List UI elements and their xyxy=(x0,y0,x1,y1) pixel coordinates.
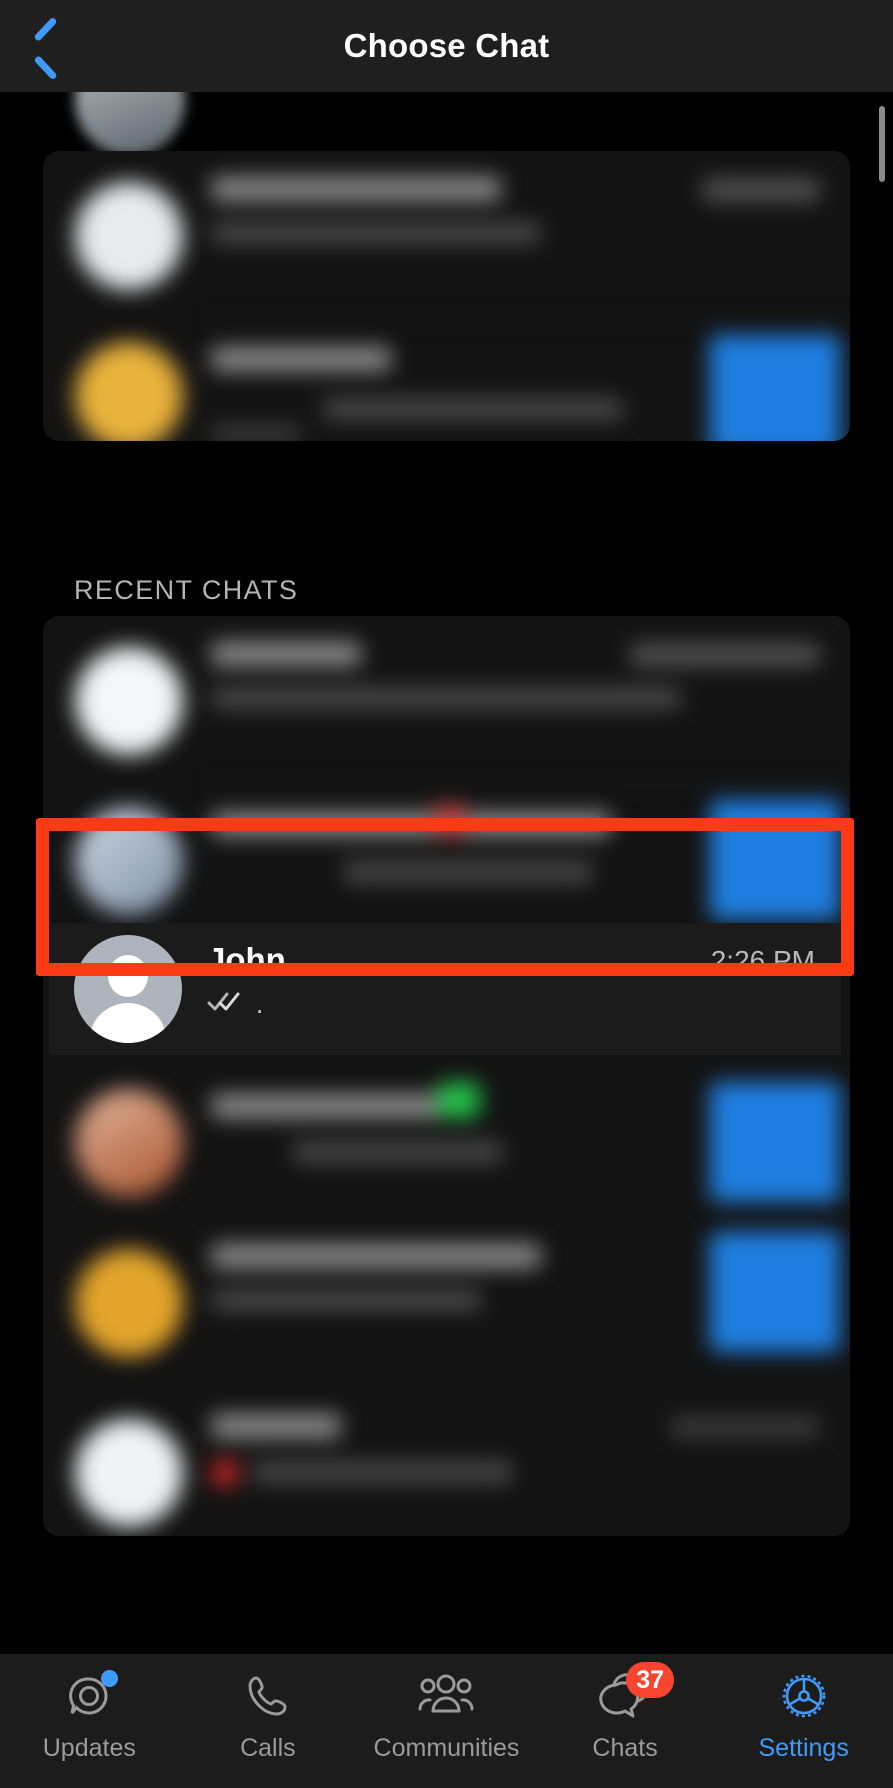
unread-count-badge: 37 xyxy=(626,1662,675,1698)
chevron-left-icon xyxy=(37,24,63,68)
avatar-head xyxy=(108,955,148,997)
gear-icon xyxy=(771,1666,837,1726)
obscured-message xyxy=(211,425,301,441)
avatar xyxy=(75,1419,183,1527)
obscured-timestamp xyxy=(630,644,820,666)
obscured-name xyxy=(211,347,391,371)
page-title: Choose Chat xyxy=(343,27,550,64)
tab-calls[interactable]: Calls xyxy=(179,1666,358,1763)
obscured-message xyxy=(211,688,681,708)
list-item[interactable] xyxy=(43,1388,850,1536)
tab-settings[interactable]: Settings xyxy=(714,1666,893,1763)
choose-chat-screen: Choose Chat RECENT CHATS John . 2:26 PM … xyxy=(0,0,893,1788)
bottom-tab-bar: Updates Calls Communities 37 Chats Setti… xyxy=(0,1654,893,1788)
obscured-name xyxy=(211,812,611,836)
recent-chats-card[interactable] xyxy=(43,616,850,1536)
obscured-thumbnail xyxy=(710,335,840,441)
updates-status-ring-icon xyxy=(56,1666,122,1726)
double-check-icon xyxy=(207,991,247,1017)
chat-preview: . xyxy=(207,991,263,1017)
avatar xyxy=(75,647,183,755)
list-item[interactable] xyxy=(43,151,850,321)
tab-label: Updates xyxy=(42,1734,136,1762)
list-item[interactable] xyxy=(43,616,850,786)
obscured-message xyxy=(323,399,623,419)
frequently-contacted-card[interactable] xyxy=(43,151,850,441)
list-item[interactable] xyxy=(43,786,850,936)
tab-communities[interactable]: Communities xyxy=(357,1666,536,1763)
chat-list-item-john[interactable]: John . 2:26 PM xyxy=(49,923,841,1055)
obscured-thumbnail xyxy=(710,800,840,920)
tab-label: Chats xyxy=(592,1734,658,1762)
navigation-bar: Choose Chat xyxy=(0,0,893,92)
obscured-avatar-partial xyxy=(75,92,185,156)
avatar xyxy=(75,1249,183,1357)
avatar xyxy=(75,807,183,915)
obscured-name xyxy=(211,1244,541,1268)
unread-indicator-dot xyxy=(101,1670,119,1687)
obscured-timestamp xyxy=(702,179,820,201)
obscured-name xyxy=(211,1414,341,1438)
phone-icon xyxy=(235,1666,301,1726)
avatar-body xyxy=(89,1003,167,1043)
list-item[interactable] xyxy=(43,321,850,441)
chat-list-scroll-area[interactable]: RECENT CHATS John . 2:26 PM xyxy=(0,92,893,1654)
tab-chats[interactable]: 37 Chats xyxy=(536,1662,715,1763)
list-item[interactable] xyxy=(43,1218,850,1388)
tab-updates[interactable]: Updates xyxy=(0,1666,179,1763)
avatar xyxy=(75,182,183,290)
vertical-scrollbar[interactable] xyxy=(879,106,885,182)
obscured-message xyxy=(253,1462,513,1482)
chat-name: John xyxy=(207,941,286,978)
communities-people-icon xyxy=(413,1666,479,1726)
obscured-emoji xyxy=(211,1460,239,1486)
chat-timestamp: 2:26 PM xyxy=(710,945,815,976)
obscured-message xyxy=(343,862,593,882)
tab-label: Communities xyxy=(373,1734,520,1762)
tab-label: Settings xyxy=(758,1734,849,1762)
obscured-name xyxy=(211,177,501,201)
obscured-name xyxy=(211,642,361,666)
avatar xyxy=(75,342,183,441)
default-person-avatar-icon xyxy=(74,935,182,1043)
obscured-emoji xyxy=(438,1082,480,1118)
back-button[interactable] xyxy=(22,18,78,74)
chat-snippet-text: . xyxy=(256,989,264,1019)
list-item[interactable] xyxy=(43,1068,850,1218)
obscured-timestamp xyxy=(670,1416,820,1438)
avatar xyxy=(75,1089,183,1197)
tab-label: Calls xyxy=(240,1734,296,1762)
obscured-name xyxy=(211,1094,441,1118)
obscured-thumbnail xyxy=(710,1082,840,1202)
obscured-message xyxy=(211,1290,481,1310)
chat-bubbles-icon: 37 xyxy=(592,1662,675,1726)
obscured-message xyxy=(293,1142,503,1162)
section-header-recent-chats: RECENT CHATS xyxy=(74,575,299,605)
obscured-thumbnail xyxy=(710,1232,840,1352)
obscured-message xyxy=(211,223,541,243)
obscured-emoji xyxy=(433,806,467,836)
